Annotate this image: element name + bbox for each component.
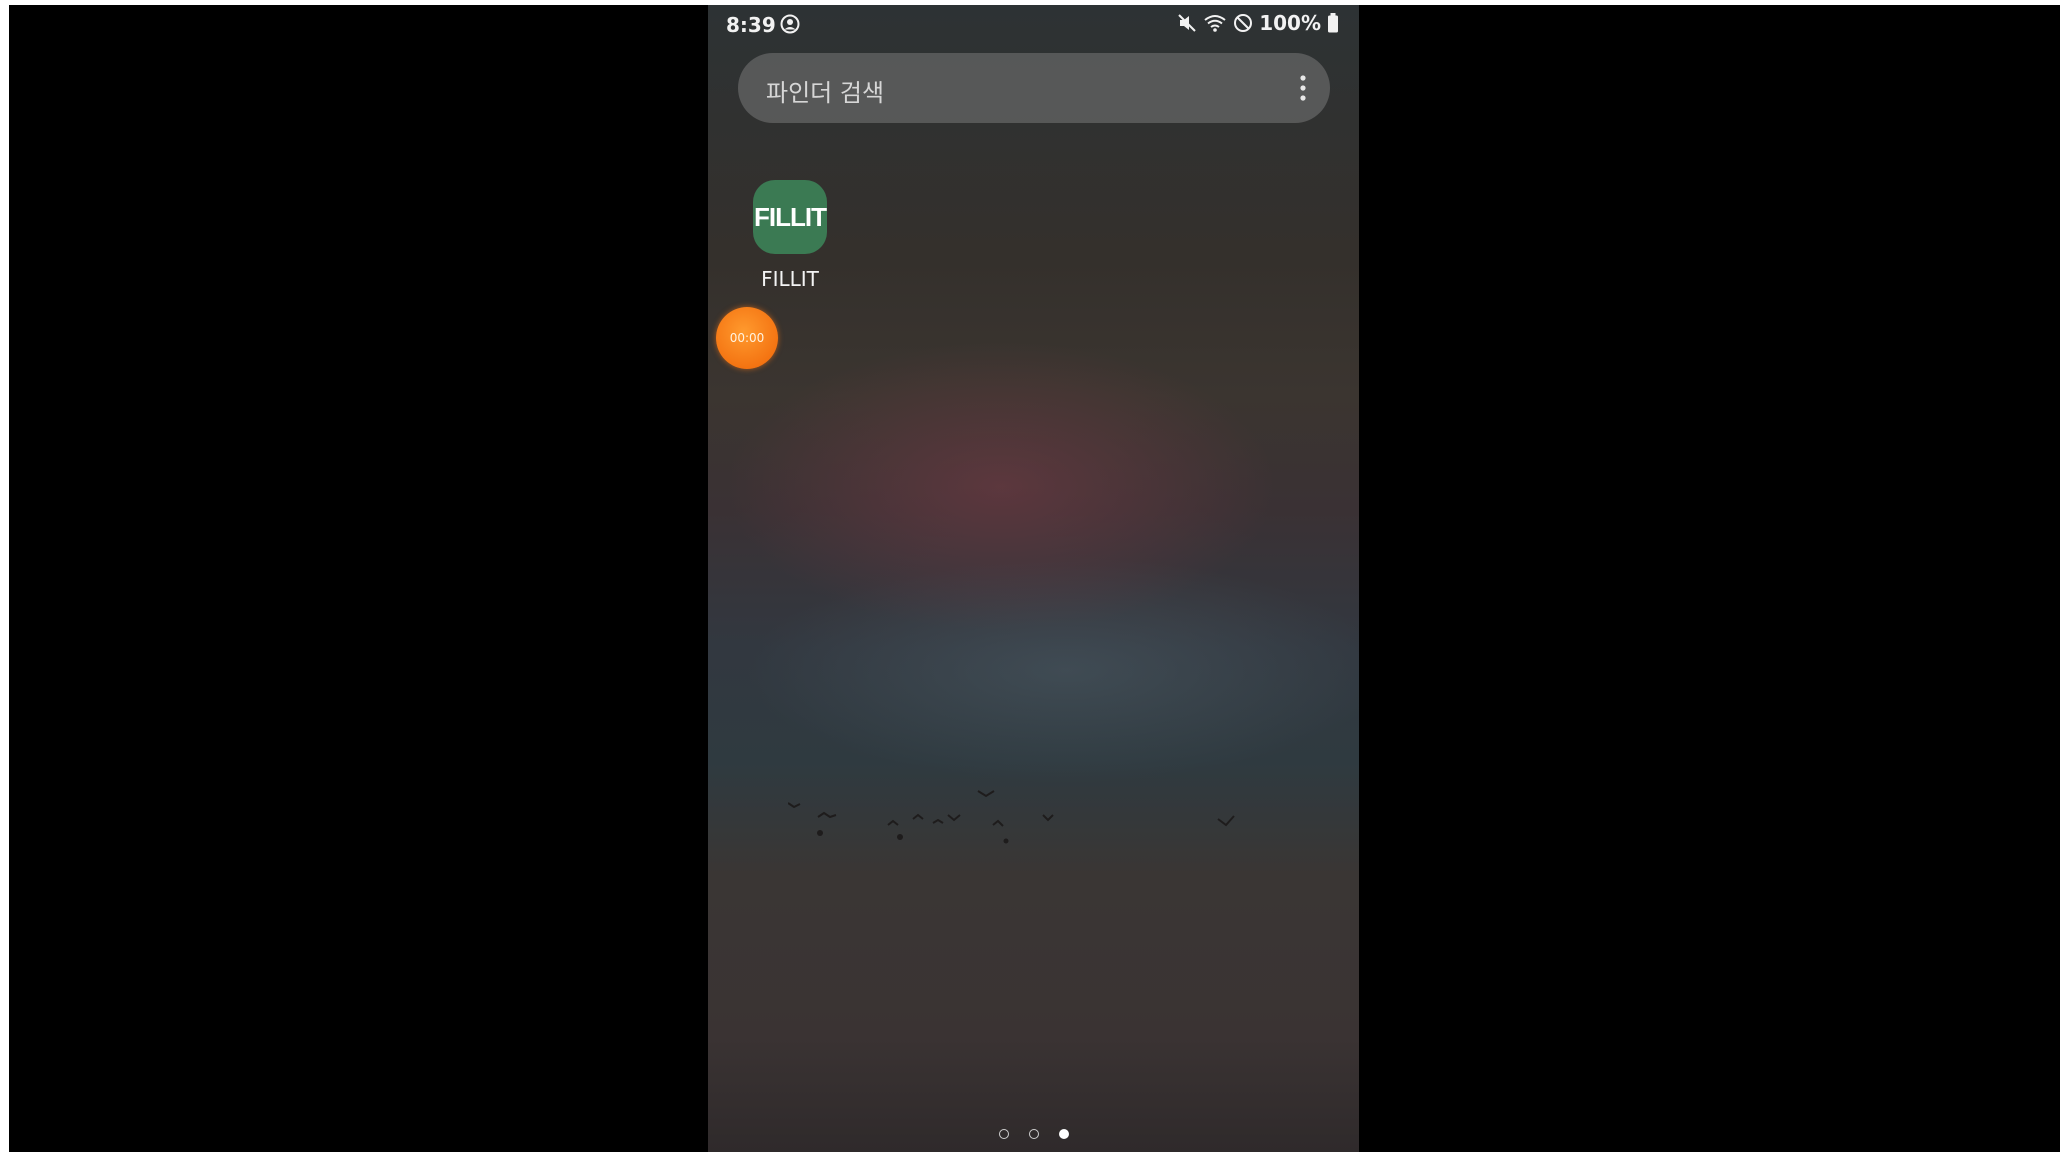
timer-text: 00:00	[729, 331, 765, 345]
page-dot-2[interactable]	[1028, 1129, 1039, 1139]
fillit-app-icon[interactable]: FILLIT	[753, 180, 827, 254]
floating-timer-bubble[interactable]: 00:00	[716, 307, 778, 369]
status-time: 8:39	[726, 13, 776, 37]
search-input[interactable]: 파인더 검색	[766, 73, 884, 108]
battery-icon	[1328, 13, 1338, 33]
fillit-app-label[interactable]: FILLIT	[738, 267, 842, 291]
page-dot-1[interactable]	[998, 1129, 1009, 1139]
mute-icon	[1178, 14, 1196, 32]
user-circle-icon	[780, 14, 800, 34]
status-bar: 8:39 100%	[708, 5, 1359, 45]
finder-search-bar[interactable]: 파인더 검색	[738, 53, 1330, 123]
wallpaper-birds	[788, 790, 1235, 844]
wifi-icon	[1204, 15, 1226, 32]
more-vertical-icon[interactable]	[1298, 72, 1308, 104]
battery-percent: 100%	[1259, 11, 1321, 35]
phone-home-screen: 8:39 100% 파인더 검색 FILLIT FILLIT 00:00	[708, 5, 1359, 1152]
page-dot-3-active[interactable]	[1058, 1129, 1069, 1139]
page-indicator	[708, 1129, 1359, 1143]
do-not-disturb-icon	[1234, 14, 1253, 32]
status-icons: 100%	[1177, 11, 1339, 35]
